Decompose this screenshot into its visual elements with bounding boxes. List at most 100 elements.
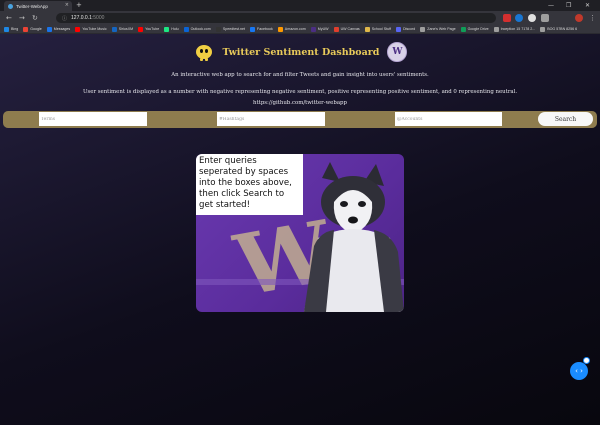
bookmark-label: YouTube: [145, 27, 160, 31]
bookmark-label: Google Drive: [467, 27, 489, 31]
bookmark-label: Hulu: [171, 27, 179, 31]
bookmark-item[interactable]: YouTube: [138, 26, 160, 32]
bookmark-favicon-icon: [164, 26, 170, 32]
bookmark-label: MyUW: [317, 27, 329, 31]
bookmark-item[interactable]: School Stuff: [364, 26, 392, 32]
bookmark-item[interactable]: YouTube Music: [75, 26, 107, 32]
browser-toolbar: ← → ↻ ⓘ 127.0.0.1:5000 ⋮: [0, 11, 600, 25]
search-bar: Search: [3, 111, 597, 128]
bookmark-label: Amazon.com: [284, 27, 306, 31]
bookmark-favicon-icon: [420, 26, 426, 32]
fab-badge-icon: [583, 357, 590, 364]
extension-icon-red[interactable]: [503, 14, 511, 22]
twitter-bird-icon: [8, 3, 13, 9]
bookmark-item[interactable]: Hulu: [164, 26, 179, 32]
terms-input[interactable]: [39, 112, 147, 126]
bookmark-favicon-icon: [75, 26, 81, 32]
bookmark-favicon-icon: [277, 26, 283, 32]
bookmark-label: Facebook: [257, 27, 273, 31]
bookmark-favicon-icon: [460, 26, 466, 32]
bookmark-label: Zane's Web Page: [427, 27, 456, 31]
bookmark-label: School Stuff: [371, 27, 392, 31]
extension-icon-blue[interactable]: [515, 14, 523, 22]
bookmark-favicon-icon: [23, 26, 29, 32]
bookmark-item[interactable]: Speedtest.net: [215, 26, 245, 32]
forward-icon[interactable]: →: [19, 14, 25, 22]
bookmark-favicon-icon: [46, 26, 52, 32]
minimize-icon[interactable]: —: [548, 1, 554, 10]
bookmark-item[interactable]: Facebook: [250, 26, 273, 32]
url-text: 127.0.0.1:5000: [71, 15, 104, 21]
bookmark-item[interactable]: Amazon.com: [277, 26, 306, 32]
bookmark-label: Bing: [11, 27, 19, 31]
bookmark-favicon-icon: [364, 26, 370, 32]
browser-tab[interactable]: Twitter-WebApp ×: [4, 1, 72, 11]
bookmark-favicon-icon: [250, 26, 255, 32]
bookmark-item[interactable]: MyUW: [310, 26, 329, 32]
bookmark-item[interactable]: Messages: [46, 26, 71, 32]
uw-logo-icon: W: [387, 42, 408, 62]
bookmark-favicon-icon: [396, 26, 402, 32]
bookmark-favicon-icon: [215, 26, 221, 32]
hashtags-input[interactable]: [217, 112, 325, 126]
sentiment-explanation: User sentiment is displayed as a number …: [82, 89, 518, 95]
dashboard-header: Twitter Sentiment Dashboard W: [0, 42, 600, 62]
new-tab-button[interactable]: +: [76, 1, 82, 10]
address-bar[interactable]: ⓘ 127.0.0.1:5000: [56, 13, 496, 23]
bookmark-item[interactable]: Bing: [4, 26, 19, 32]
bookmarks-bar: Bing Google Messages YouTube Music SiriusXM Y…: [0, 25, 600, 34]
page-body: Twitter Sentiment Dashboard W An interac…: [0, 34, 600, 425]
bookmark-label: Discord: [403, 27, 416, 31]
getting-started-hint: Enter queries seperated by spaces into t…: [196, 154, 303, 215]
bookmark-label: Speedtest.net: [222, 27, 245, 31]
page-title: Twitter Sentiment Dashboard: [222, 46, 380, 58]
url-host: 127.0.0.1: [71, 15, 92, 21]
reload-icon[interactable]: ↻: [32, 14, 38, 22]
repo-link[interactable]: https://github.com/twitter-webapp: [0, 100, 600, 106]
bird-logo-icon: [193, 43, 215, 61]
bookmark-label: Messages: [53, 27, 71, 31]
bookmark-label: Inception 15 7178 2...: [500, 27, 536, 31]
bookmark-favicon-icon: [4, 26, 9, 32]
bookmark-item[interactable]: BOG 57BN 8256 6: [540, 26, 578, 32]
bookmark-favicon-icon: [111, 26, 117, 32]
bookmark-favicon-icon: [493, 26, 499, 32]
close-tab-icon[interactable]: ×: [65, 2, 69, 8]
extensions-puzzle-icon[interactable]: [541, 14, 549, 22]
site-info-icon[interactable]: ⓘ: [62, 15, 67, 22]
bookmark-label: Outlook.com: [190, 27, 211, 31]
bookmark-item[interactable]: UW Canvas: [333, 26, 360, 32]
tab-title: Twitter-WebApp: [16, 3, 48, 9]
maximize-icon[interactable]: ❐: [566, 1, 571, 10]
bookmark-label: SiriusXM: [118, 27, 134, 31]
bookmark-item[interactable]: SiriusXM: [111, 26, 134, 32]
bookmark-item[interactable]: Google Drive: [460, 26, 489, 32]
bookmark-item[interactable]: Inception 15 7178 2...: [493, 26, 536, 32]
bookmark-item[interactable]: Outlook.com: [183, 26, 211, 32]
browser-titlebar: Twitter-WebApp × + — ❐ ✕: [0, 0, 600, 11]
back-icon[interactable]: ←: [6, 14, 12, 22]
accounts-input[interactable]: [395, 112, 502, 126]
bookmark-label: YouTube Music: [82, 27, 107, 31]
hero-image: W Enter queries seperated by spaces into…: [196, 154, 404, 312]
bookmark-favicon-icon: [183, 26, 189, 32]
url-port: :5000: [91, 15, 105, 21]
bookmark-label: Google: [30, 27, 42, 31]
bookmark-label: UW Canvas: [340, 27, 360, 31]
extension-icon-gray[interactable]: [528, 14, 536, 22]
bookmark-item[interactable]: Zane's Web Page: [420, 26, 456, 32]
code-toggle-button[interactable]: ‹ ›: [570, 362, 588, 380]
browser-menu-icon[interactable]: ⋮: [589, 14, 596, 22]
search-button[interactable]: Search: [538, 112, 593, 126]
bookmark-favicon-icon: [310, 26, 316, 32]
intro-description: An interactive web app to search for and…: [171, 72, 429, 78]
bookmark-favicon-icon: [333, 26, 339, 32]
bookmark-item[interactable]: Discord: [396, 26, 416, 32]
bookmark-item[interactable]: Google: [23, 26, 42, 32]
close-window-icon[interactable]: ✕: [585, 1, 590, 10]
profile-avatar[interactable]: [575, 14, 583, 22]
bookmark-favicon-icon: [138, 26, 144, 32]
bookmark-label: BOG 57BN 8256 6: [547, 27, 578, 31]
bookmark-favicon-icon: [540, 26, 546, 32]
husky-puppy-image: [304, 162, 404, 312]
